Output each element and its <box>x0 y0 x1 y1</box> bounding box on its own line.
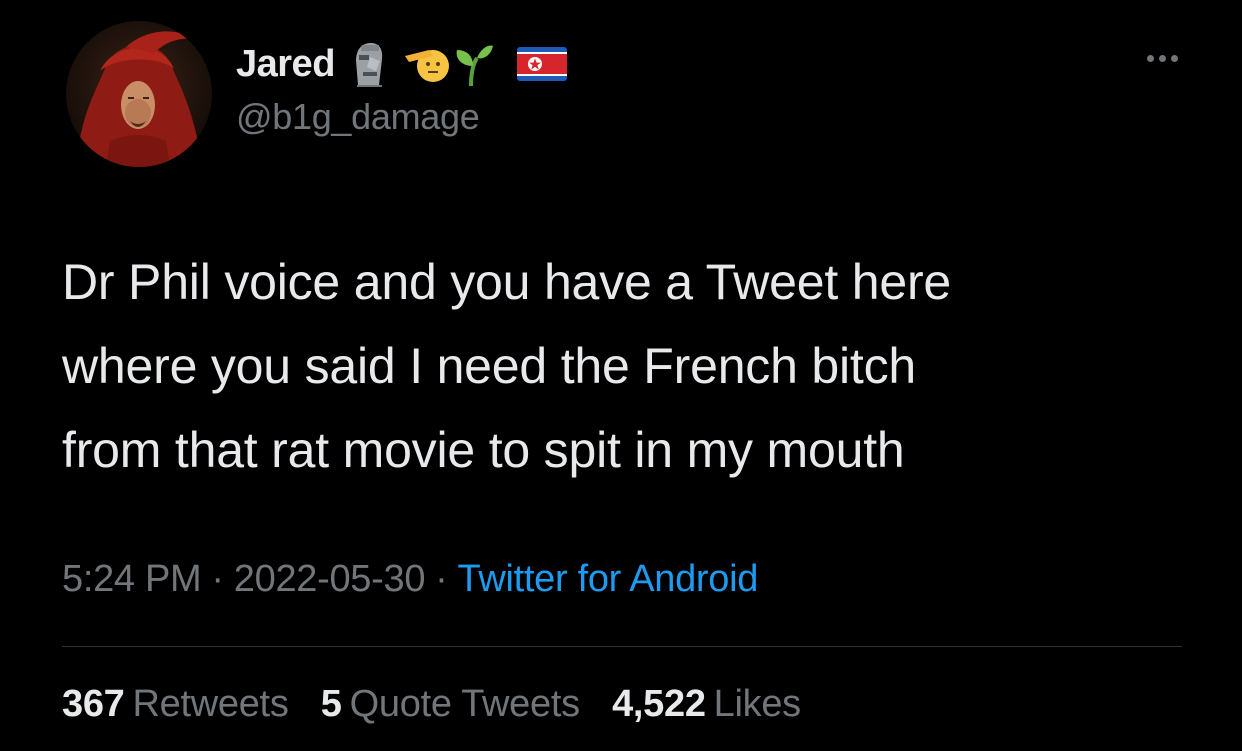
quote-tweets-stat[interactable]: 5 Quote Tweets <box>321 683 580 726</box>
tweet-detail: Jared @b1g_damage Dr Phil voice and you … <box>0 0 1242 751</box>
tweet-text-line: from that rat movie to spit in my mouth <box>62 422 905 478</box>
moai-icon <box>349 41 387 87</box>
display-name[interactable]: Jared <box>236 43 335 86</box>
author-handle[interactable]: @b1g_damage <box>236 96 480 138</box>
north-korea-flag-icon <box>516 47 567 81</box>
tweet-text-line: Dr Phil voice and you have a Tweet here <box>62 254 952 310</box>
avatar[interactable] <box>66 21 212 167</box>
tweet-text: Dr Phil voice and you have a Tweet here … <box>62 240 1192 492</box>
more-horizontal-icon <box>1171 55 1178 62</box>
meta-separator: · <box>435 558 448 600</box>
tweet-meta: 5:24 PM · 2022-05-30 · Twitter for Android <box>62 558 758 601</box>
tweet-time[interactable]: 5:24 PM <box>62 558 202 600</box>
tweet-source-link[interactable]: Twitter for Android <box>458 558 759 600</box>
tweet-text-line: where you said I need the French bitch <box>62 338 917 394</box>
avatar-image <box>66 21 212 167</box>
retweets-label: Retweets <box>132 683 289 725</box>
quote-tweets-label: Quote Tweets <box>349 683 580 725</box>
saluting-face-icon <box>403 42 453 86</box>
retweets-count: 367 <box>62 683 125 725</box>
seedling-icon <box>453 42 493 86</box>
likes-label: Likes <box>713 683 802 725</box>
quote-tweets-count: 5 <box>320 683 342 725</box>
author-name-row[interactable]: Jared <box>236 38 567 90</box>
tweet-stats: 367 Retweets 5 Quote Tweets 4,522 Likes <box>62 683 823 726</box>
retweets-stat[interactable]: 367 Retweets <box>62 683 289 726</box>
divider <box>62 646 1182 647</box>
more-options-button[interactable] <box>1147 55 1178 62</box>
more-horizontal-icon <box>1159 55 1166 62</box>
likes-count: 4,522 <box>612 683 706 725</box>
tweet-date[interactable]: 2022-05-30 <box>234 558 426 600</box>
more-horizontal-icon <box>1147 55 1154 62</box>
likes-stat[interactable]: 4,522 Likes <box>612 683 801 726</box>
meta-separator: · <box>211 558 224 600</box>
